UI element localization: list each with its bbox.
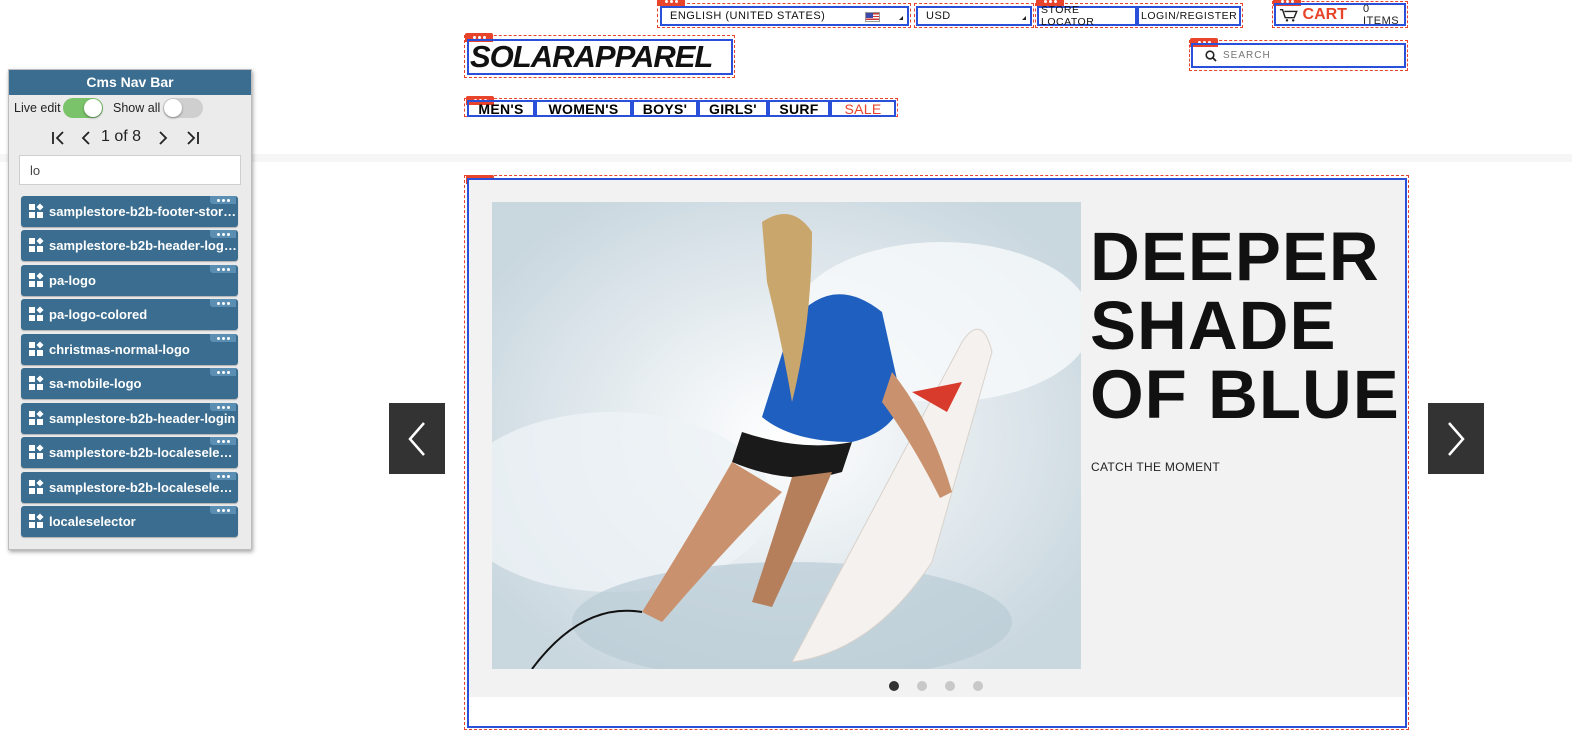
cms-component-item[interactable]: localeselector	[21, 506, 238, 537]
dropdown-caret-icon	[899, 16, 903, 20]
cms-component-item[interactable]: sa-mobile-logo	[21, 368, 238, 399]
nav-mens[interactable]: MEN'S	[467, 100, 535, 117]
more-options-icon[interactable]	[210, 368, 236, 376]
cart-label: CART	[1302, 5, 1347, 23]
hero-subtitle: CATCH THE MOMENT	[1091, 460, 1221, 474]
search-icon	[1205, 49, 1217, 62]
more-options-icon[interactable]	[210, 196, 236, 204]
headline-line: DEEPER	[1090, 218, 1380, 295]
carousel-dot[interactable]	[889, 681, 899, 691]
more-options-icon[interactable]	[210, 437, 236, 445]
dropdown-caret-icon	[1022, 16, 1026, 20]
show-all-toggle[interactable]	[163, 98, 203, 118]
mini-cart[interactable]: CART 0 ITEMS	[1274, 2, 1406, 27]
site-logo-link[interactable]: SOLARAPPAREL	[467, 39, 733, 75]
cart-count: 0 ITEMS	[1362, 2, 1400, 27]
show-all-label: Show all	[113, 101, 161, 115]
cms-component-item[interactable]: christmas-normal-logo	[21, 334, 238, 365]
more-options-icon[interactable]	[210, 403, 236, 411]
more-options-icon[interactable]	[210, 265, 236, 273]
search-box[interactable]	[1191, 43, 1406, 68]
chevron-left-icon	[408, 421, 425, 456]
next-page-icon[interactable]	[157, 131, 169, 145]
store-locator-link[interactable]: STORE LOCATOR	[1037, 4, 1137, 28]
prev-page-icon[interactable]	[80, 131, 92, 145]
cms-component-item[interactable]: samplestore-b2b-header-login-register	[21, 230, 238, 261]
cms-search-value: lo	[30, 162, 41, 178]
cms-panel-title: Cms Nav Bar	[9, 70, 251, 95]
component-icon	[29, 237, 44, 252]
live-edit-toggle[interactable]	[63, 98, 103, 118]
store-locator-label: STORE LOCATOR	[1041, 4, 1095, 28]
nav-womens[interactable]: WOMEN'S	[535, 100, 632, 117]
component-icon	[29, 375, 44, 390]
component-icon	[29, 272, 44, 287]
language-select[interactable]: ENGLISH (UNITED STATES)	[660, 6, 909, 26]
nav-girls[interactable]: GIRLS'	[698, 100, 768, 117]
carousel-dot[interactable]	[973, 681, 983, 691]
component-icon	[29, 444, 44, 459]
first-page-icon[interactable]	[51, 131, 67, 145]
more-options-icon[interactable]	[210, 334, 236, 342]
currency-value: USD	[926, 10, 951, 22]
live-edit-label: Live edit	[14, 101, 61, 115]
headline-line: OF BLUE	[1090, 356, 1400, 433]
cms-component-item[interactable]: samplestore-b2b-footer-store-locator	[21, 196, 238, 227]
cms-component-item[interactable]: samplestore-b2b-header-login	[21, 403, 238, 434]
login-register-label: LOGIN/REGISTER	[1141, 10, 1238, 22]
more-options-icon[interactable]	[210, 506, 236, 514]
cms-component-item[interactable]: samplestore-b2b-localeselector-currency	[21, 472, 238, 503]
nav-sale[interactable]: SALE	[830, 100, 896, 117]
toggle-knob	[164, 99, 182, 117]
hero-image	[492, 202, 1081, 669]
toggle-knob	[84, 99, 102, 117]
cms-search-field[interactable]: lo	[19, 155, 241, 185]
hero-headline: DEEPER SHADE OF BLUE	[1090, 222, 1400, 429]
component-icon	[29, 479, 44, 494]
carousel-dot[interactable]	[917, 681, 927, 691]
component-icon	[29, 410, 44, 425]
carousel-next-button[interactable]	[1428, 403, 1484, 474]
cms-component-item[interactable]: samplestore-b2b-localeselector	[21, 437, 238, 468]
more-options-icon[interactable]	[210, 230, 236, 238]
pager-status: 1 of 8	[101, 128, 142, 145]
login-register-link[interactable]: LOGIN/REGISTER	[1137, 6, 1241, 26]
currency-select[interactable]: USD	[916, 6, 1032, 26]
cms-component-item[interactable]: pa-logo-colored	[21, 299, 238, 330]
carousel-prev-button[interactable]	[389, 403, 445, 474]
component-icon	[29, 306, 44, 321]
carousel-dot[interactable]	[945, 681, 955, 691]
last-page-icon[interactable]	[184, 131, 200, 145]
surfer-illustration	[492, 202, 1081, 669]
us-flag-icon	[865, 12, 880, 22]
cms-component-item[interactable]: pa-logo	[21, 265, 238, 296]
cms-nav-bar-panel: Cms Nav Bar Live edit Show all 1 of 8 lo…	[8, 69, 252, 550]
search-input[interactable]	[1223, 50, 1393, 61]
nav-boys[interactable]: BOYS'	[632, 100, 698, 117]
nav-surf[interactable]: SURF	[768, 100, 830, 117]
site-logo: SOLARAPPAREL	[470, 39, 713, 74]
more-options-icon[interactable]	[210, 299, 236, 307]
component-icon	[29, 513, 44, 528]
chevron-right-icon	[1448, 421, 1465, 456]
component-icon	[29, 341, 44, 356]
component-icon	[29, 203, 44, 218]
cart-icon	[1279, 8, 1298, 22]
more-options-icon[interactable]	[210, 472, 236, 480]
headline-line: SHADE	[1090, 287, 1337, 364]
language-value: ENGLISH (UNITED STATES)	[670, 10, 826, 22]
